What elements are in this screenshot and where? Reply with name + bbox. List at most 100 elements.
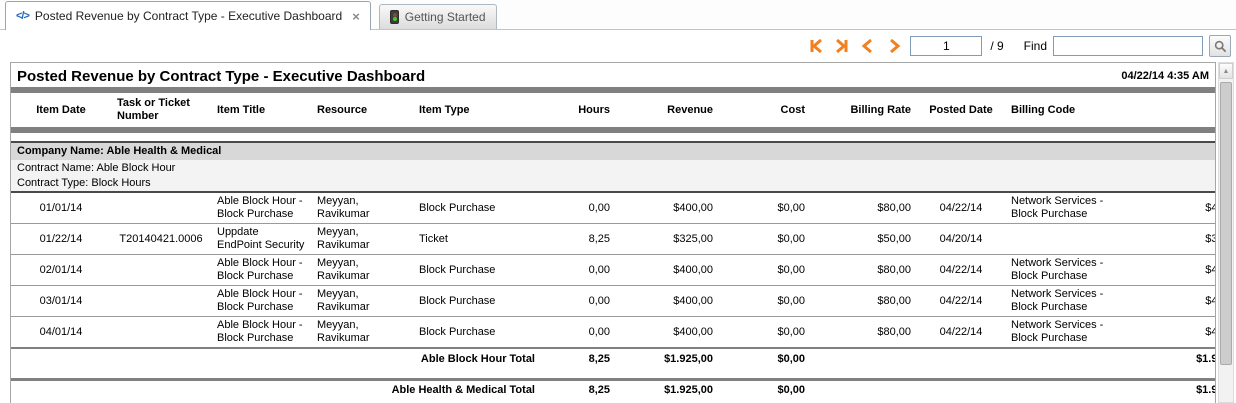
search-button[interactable] <box>1209 35 1231 57</box>
tab-report[interactable]: </> Posted Revenue by Contract Type - Ex… <box>5 1 371 30</box>
col-header-billing-code: Billing Code <box>1005 90 1138 130</box>
cell-item-title: Able Block Hour - Block Purchase <box>211 192 311 224</box>
next-page-button[interactable] <box>884 37 904 55</box>
cell-posted-date: 04/22/14 <box>917 255 1005 286</box>
cell-item-title: Able Block Hour - Block Purchase <box>211 286 311 317</box>
cell-posted-date: 04/22/14 <box>917 192 1005 224</box>
cell-item-type: Ticket <box>413 224 541 255</box>
report-toolbar: / 9 Find <box>0 30 1236 62</box>
cell-profit: $400,00 <box>1138 317 1216 349</box>
cell-posted-date: 04/22/14 <box>917 286 1005 317</box>
cell-billing-rate: $80,00 <box>811 286 917 317</box>
col-header-item-date: Item Date <box>11 90 111 130</box>
contract-total-revenue: $1.925,00 <box>616 348 719 370</box>
cell-profit: $325,00 <box>1138 224 1216 255</box>
cell-billing-code: Network Services - Block Purchase <box>1005 317 1138 349</box>
cell-ticket-number: T20140421.0006 <box>111 224 211 255</box>
table-row: 02/01/14 Able Block Hour - Block Purchas… <box>11 255 1216 286</box>
vertical-scrollbar[interactable]: ▲ <box>1218 62 1234 403</box>
contract-type-row: Contract Type: Block Hours <box>11 176 1216 192</box>
last-page-button[interactable] <box>832 37 852 55</box>
spacer-row <box>11 370 1216 379</box>
company-total-revenue: $1.925,00 <box>616 379 719 401</box>
col-header-hours: Hours <box>541 90 616 130</box>
tab-getting-started-label: Getting Started <box>405 10 486 24</box>
contract-total-hours: 8,25 <box>541 348 616 370</box>
col-header-revenue: Revenue <box>616 90 719 130</box>
contract-total-empty <box>811 348 1138 370</box>
cell-billing-rate: $80,00 <box>811 255 917 286</box>
report-viewport: Posted Revenue by Contract Type - Execut… <box>0 62 1236 403</box>
cell-ticket-number <box>111 317 211 349</box>
col-header-profit: Profit <box>1138 90 1216 130</box>
cell-item-title: Able Block Hour - Block Purchase <box>211 255 311 286</box>
cell-item-type: Block Purchase <box>413 286 541 317</box>
company-total-empty <box>811 379 1138 401</box>
cell-item-date: 01/01/14 <box>11 192 111 224</box>
cell-item-type: Block Purchase <box>413 317 541 349</box>
cell-item-date: 01/22/14 <box>11 224 111 255</box>
company-total-hours: 8,25 <box>541 379 616 401</box>
cell-billing-code: Network Services - Block Purchase <box>1005 255 1138 286</box>
contract-name-label: Contract Name: Able Block Hour <box>11 160 1216 176</box>
cell-profit: $400,00 <box>1138 286 1216 317</box>
cell-billing-rate: $80,00 <box>811 192 917 224</box>
find-label: Find <box>1024 39 1047 53</box>
cell-item-date: 04/01/14 <box>11 317 111 349</box>
cell-item-date: 03/01/14 <box>11 286 111 317</box>
cell-hours: 0,00 <box>541 192 616 224</box>
find-input[interactable] <box>1053 36 1203 56</box>
report-page: Posted Revenue by Contract Type - Execut… <box>10 62 1216 403</box>
cell-billing-code <box>1005 224 1138 255</box>
contract-total-cost: $0,00 <box>719 348 811 370</box>
page-total-label: / 9 <box>990 39 1003 53</box>
contract-total-profit: $1.925,00 <box>1138 348 1216 370</box>
col-header-cost: Cost <box>719 90 811 130</box>
cell-resource: Meyyan, Ravikumar <box>311 286 413 317</box>
traffic-light-icon <box>390 10 399 24</box>
contract-type-label: Contract Type: Block Hours <box>11 176 1216 192</box>
cell-item-title: Uppdate EndPoint Security <box>211 224 311 255</box>
cell-hours: 0,00 <box>541 286 616 317</box>
report-table: Item Date Task or Ticket Number Item Tit… <box>11 87 1216 401</box>
cell-resource: Meyyan, Ravikumar <box>311 317 413 349</box>
spacer-row <box>11 130 1216 142</box>
cell-billing-rate: $80,00 <box>811 317 917 349</box>
column-header-row: Item Date Task or Ticket Number Item Tit… <box>11 90 1216 130</box>
close-icon[interactable]: × <box>352 9 360 24</box>
cell-cost: $0,00 <box>719 224 811 255</box>
cell-cost: $0,00 <box>719 286 811 317</box>
cell-revenue: $400,00 <box>616 192 719 224</box>
cell-profit: $400,00 <box>1138 255 1216 286</box>
col-header-ticket-number: Task or Ticket Number <box>111 90 211 130</box>
company-total-row: Able Health & Medical Total 8,25 $1.925,… <box>11 379 1216 401</box>
previous-page-button[interactable] <box>858 37 878 55</box>
cell-item-type: Block Purchase <box>413 255 541 286</box>
cell-cost: $0,00 <box>719 192 811 224</box>
scroll-up-icon[interactable]: ▲ <box>1219 63 1233 79</box>
cell-resource: Meyyan, Ravikumar <box>311 192 413 224</box>
contract-total-label: Able Block Hour Total <box>11 348 541 370</box>
col-header-posted-date: Posted Date <box>917 90 1005 130</box>
tab-getting-started[interactable]: Getting Started <box>379 4 497 29</box>
cell-revenue: $400,00 <box>616 317 719 349</box>
cell-hours: 0,00 <box>541 255 616 286</box>
code-icon: </> <box>16 10 29 22</box>
cell-hours: 8,25 <box>541 224 616 255</box>
table-row: 01/01/14 Able Block Hour - Block Purchas… <box>11 192 1216 224</box>
table-row: 01/22/14 T20140421.0006 Uppdate EndPoint… <box>11 224 1216 255</box>
cell-profit: $400,00 <box>1138 192 1216 224</box>
cell-billing-code: Network Services - Block Purchase <box>1005 286 1138 317</box>
cell-ticket-number <box>111 192 211 224</box>
cell-billing-code: Network Services - Block Purchase <box>1005 192 1138 224</box>
company-total-label: Able Health & Medical Total <box>11 379 541 401</box>
scrollbar-thumb[interactable] <box>1220 82 1232 365</box>
page-number-input[interactable] <box>910 36 982 56</box>
first-page-icon <box>808 38 824 54</box>
cell-revenue: $400,00 <box>616 286 719 317</box>
previous-page-icon <box>860 38 876 54</box>
col-header-billing-rate: Billing Rate <box>811 90 917 130</box>
company-group-row: Company Name: Able Health & Medical <box>11 142 1216 160</box>
cell-posted-date: 04/22/14 <box>917 317 1005 349</box>
first-page-button[interactable] <box>806 37 826 55</box>
